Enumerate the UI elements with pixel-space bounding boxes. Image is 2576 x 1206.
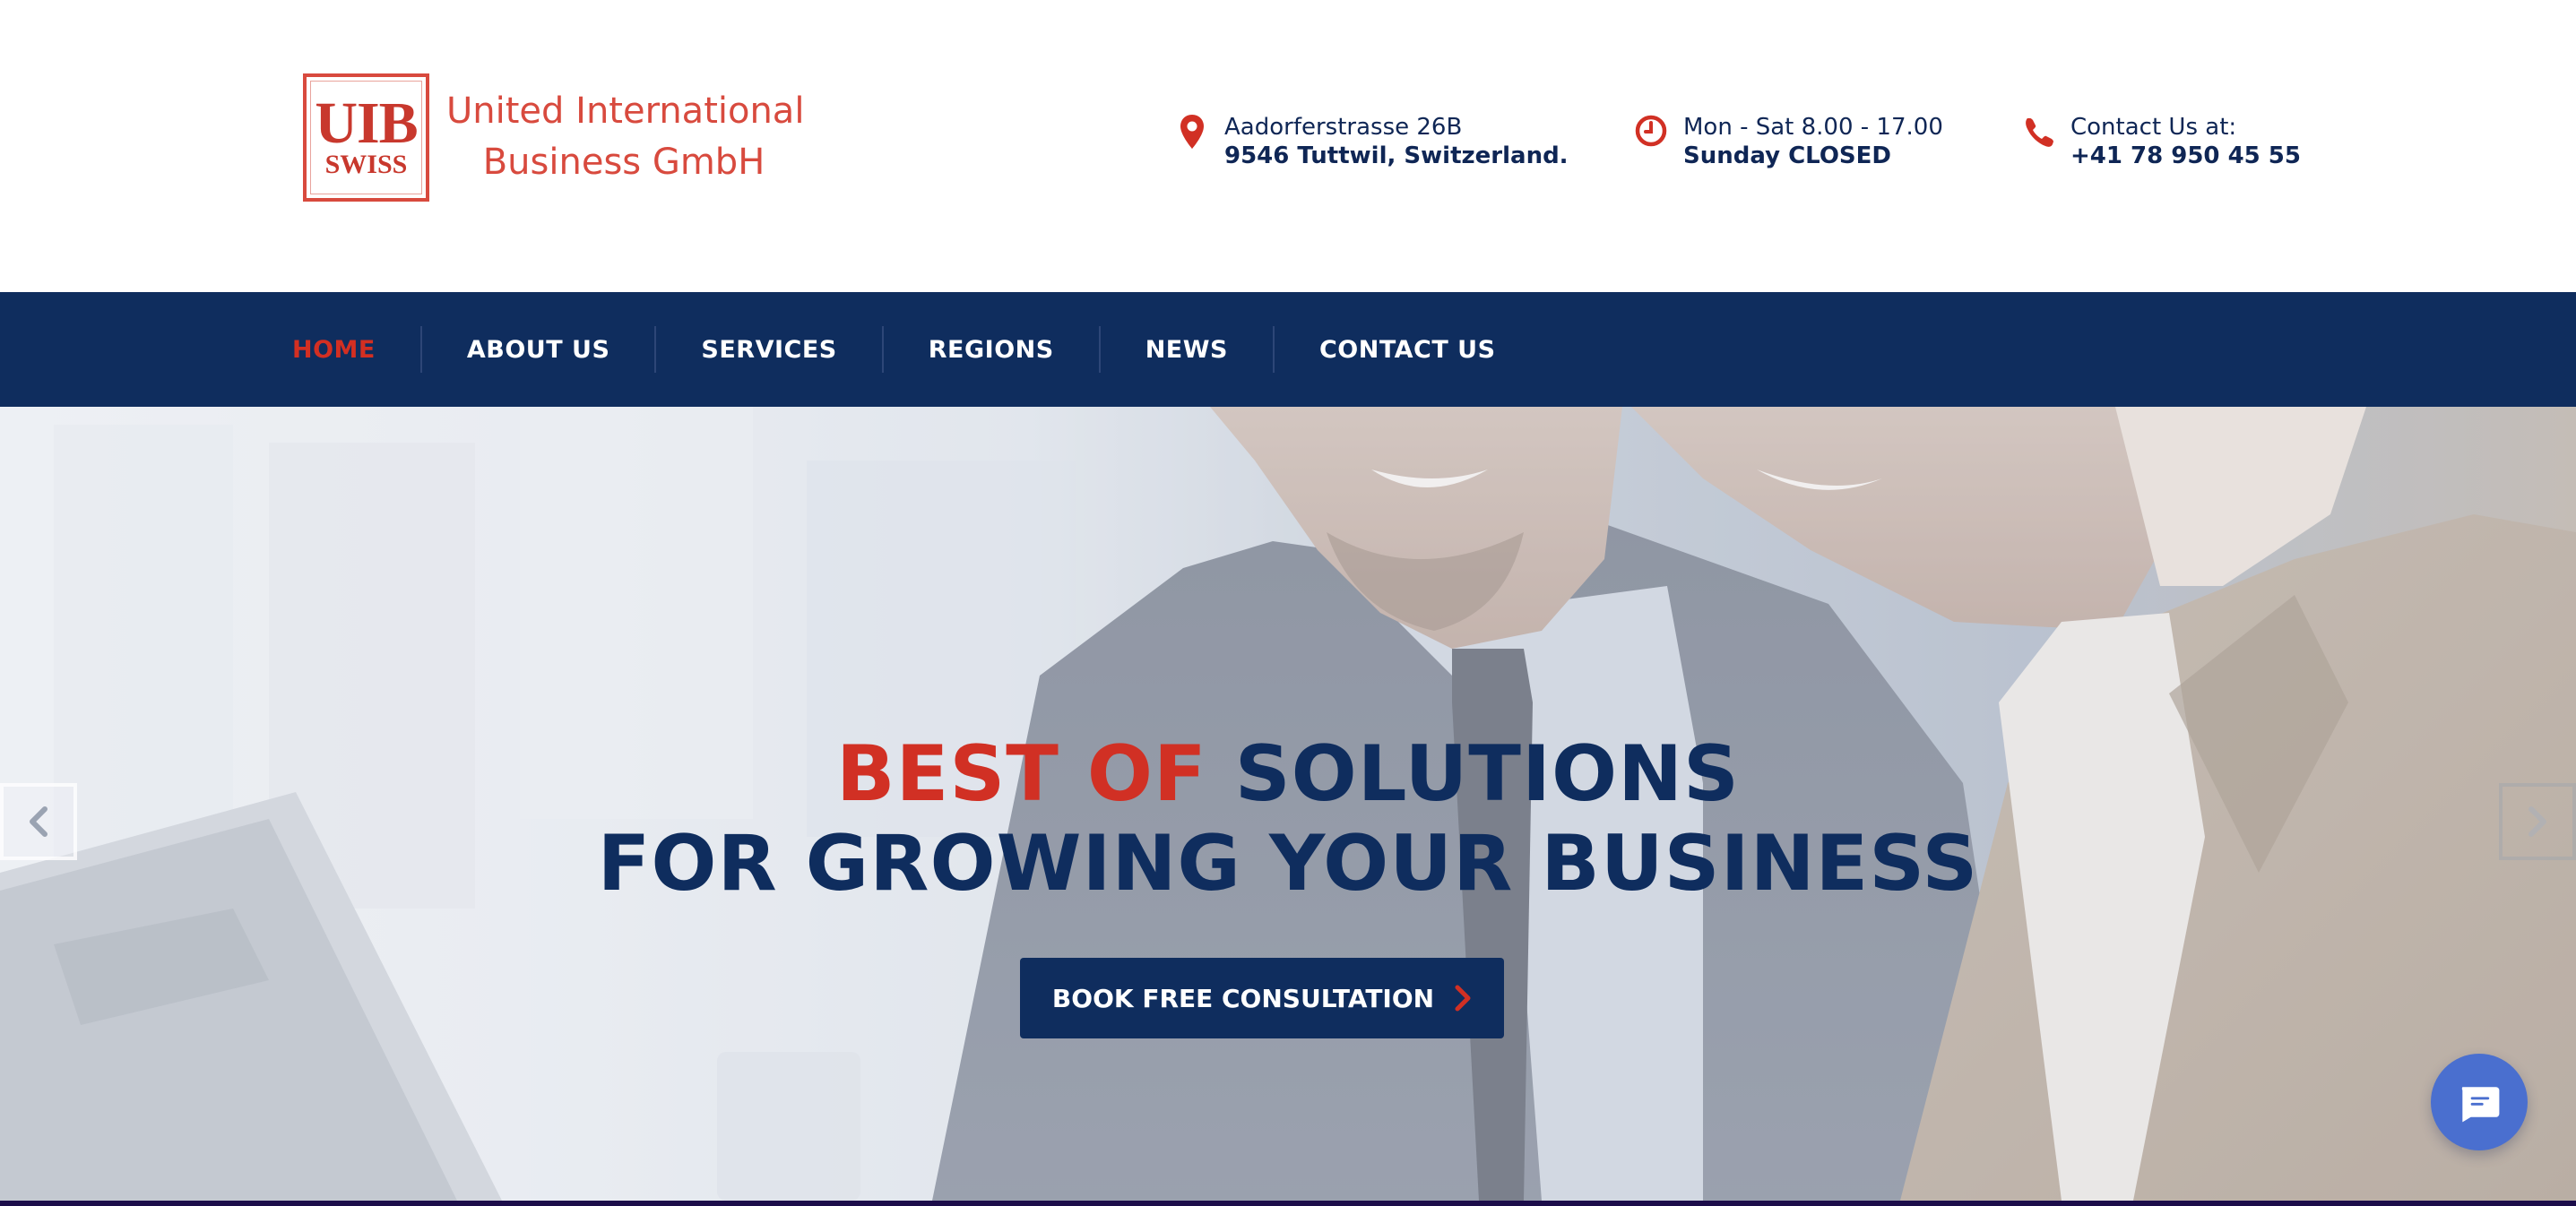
phone-icon [2026,118,2053,147]
slider-prev-button[interactable] [0,783,77,860]
page-bottom-border [0,1201,2576,1206]
chevron-left-icon [30,806,48,837]
nav-item-contact-us[interactable]: CONTACT US [1272,326,1541,373]
page: UIB SWISS United International Business … [0,0,2576,1206]
hero-headline: BEST OF SOLUTIONS FOR GROWING YOUR BUSIN… [0,729,2576,909]
address-line1: Aadorferstrasse 26B [1224,114,1463,141]
chevron-right-icon [1455,985,1471,1012]
nav-item-news[interactable]: NEWS [1098,326,1273,373]
header-contact: Contact Us at: +41 78 950 45 55 [2022,113,2301,170]
address-line2: 9546 Tuttwil, Switzerland. [1224,142,1569,169]
main-nav: HOME ABOUT US SERVICES REGIONS NEWS CONT… [0,292,2576,407]
chat-widget-button[interactable] [2431,1054,2528,1150]
headline-word-of: OF [1086,729,1207,819]
contact-line1: Contact Us at: [2070,114,2237,141]
logo[interactable]: UIB SWISS [303,73,429,202]
contact-phone[interactable]: +41 78 950 45 55 [2070,142,2301,170]
book-consultation-button[interactable]: BOOK FREE CONSULTATION [1020,958,1504,1038]
nav-item-home[interactable]: HOME [247,326,420,373]
header-address: Aadorferstrasse 26B 9546 Tuttwil, Switze… [1176,113,1569,170]
clock-icon [1635,115,1667,147]
headline-word-best: BEST [836,729,1059,819]
chevron-right-icon [2528,806,2546,837]
map-pin-icon [1180,115,1204,149]
logo-uib-text: UIB [315,90,418,156]
company-name-line1: United International [446,90,805,132]
hours-line2: Sunday CLOSED [1683,142,1891,169]
book-consultation-label: BOOK FREE CONSULTATION [1051,983,1435,1013]
hours-line1: Mon - Sat 8.00 - 17.00 [1683,114,1943,141]
site-header: UIB SWISS United International Business … [0,0,2576,292]
nav-items: HOME ABOUT US SERVICES REGIONS NEWS CONT… [247,292,1541,407]
company-name[interactable]: United International Business GmbH [446,86,805,188]
nav-item-about-us[interactable]: ABOUT US [419,326,655,373]
headline-word-solutions: SOLUTIONS [1234,729,1740,819]
headline-row1: BEST OF SOLUTIONS [0,729,2576,819]
header-hours: Mon - Sat 8.00 - 17.00 Sunday CLOSED [1635,113,1943,170]
headline-row2: FOR GROWING YOUR BUSINESS [597,819,1979,909]
logo-swiss-text: SWISS [324,149,408,179]
nav-item-services[interactable]: SERVICES [654,326,881,373]
nav-item-regions[interactable]: REGIONS [881,326,1099,373]
slider-next-button[interactable] [2499,783,2576,860]
company-name-line2: Business GmbH [482,142,765,183]
chat-icon [2461,1087,2500,1123]
